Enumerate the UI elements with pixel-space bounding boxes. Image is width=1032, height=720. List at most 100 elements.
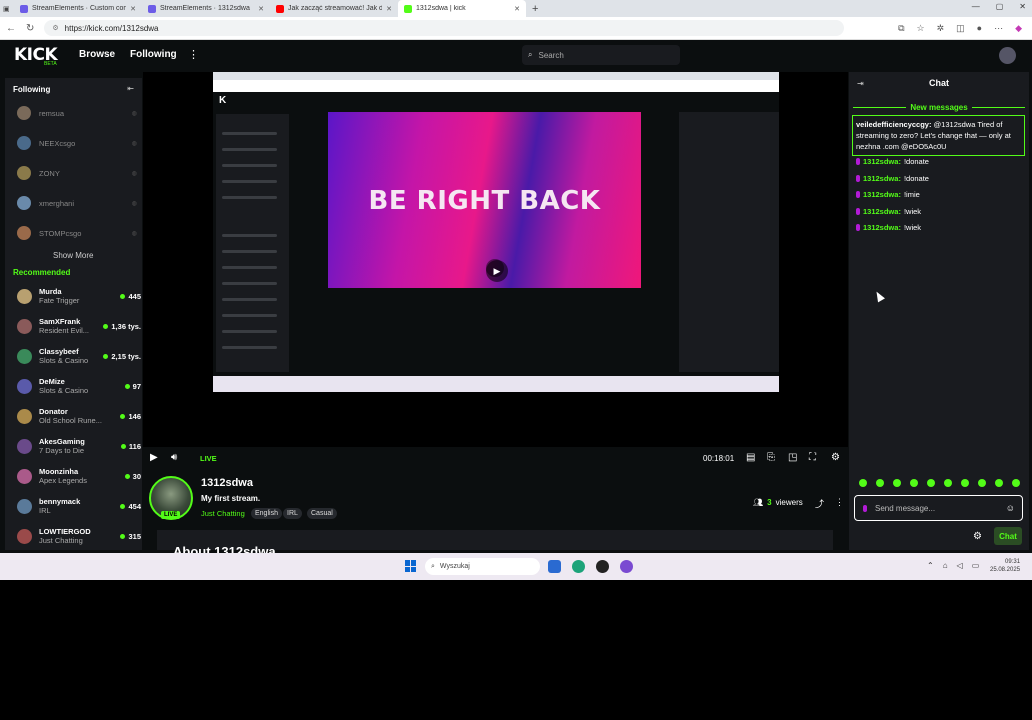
theater-mode-icon[interactable]: ▤ — [746, 452, 755, 463]
tag-chip[interactable]: English — [251, 508, 282, 519]
offline-icon: ◍ — [131, 200, 137, 207]
recommended-item[interactable]: LOWTIERGOD Just Chatting 315 — [17, 525, 141, 547]
tag-chip[interactable]: IRL — [283, 508, 302, 519]
recommended-item[interactable]: Classybeef Slots & Casino 2,15 tys. — [17, 345, 141, 367]
profile-icon[interactable]: ● — [977, 23, 982, 34]
clip-icon[interactable]: ⎘ — [767, 452, 775, 463]
browser-tab-0[interactable]: StreamElements · Custom comm ✕ — [14, 0, 142, 17]
browser-tab-1[interactable]: StreamElements · 1312sdwa ✕ — [142, 0, 270, 17]
recommended-item[interactable]: Moonzinha Apex Legends 30 — [17, 465, 141, 487]
translate-icon[interactable]: ⧉ — [898, 23, 904, 34]
following-item[interactable]: remsua ◍ — [17, 105, 137, 121]
app-icon[interactable] — [596, 560, 609, 573]
chat-username[interactable]: 1312sdwa: — [863, 190, 901, 199]
star-icon[interactable]: ☆ — [917, 23, 925, 34]
video-player[interactable]: K BE RIGHT BACK ▶ — [143, 72, 848, 447]
url-input[interactable]: ⚙ https://kick.com/1312sdwa — [44, 20, 845, 36]
back-icon[interactable]: ← — [6, 23, 16, 34]
following-item[interactable]: ZONY ◍ — [17, 165, 137, 181]
channel-category: Resident Evil... — [39, 326, 90, 335]
site-info-icon[interactable]: ⚙ — [52, 24, 58, 32]
more-options-icon[interactable]: ⋮ — [835, 497, 844, 508]
file-explorer-icon[interactable] — [548, 560, 561, 573]
emote-icon[interactable] — [995, 479, 1003, 487]
emote-icon[interactable] — [859, 479, 867, 487]
maximize-icon[interactable]: ▢ — [996, 2, 1004, 11]
refresh-icon[interactable]: ↻ — [26, 23, 34, 34]
nav-following[interactable]: Following — [130, 49, 177, 60]
recommended-item[interactable]: Donator Old School Rune... 146 — [17, 405, 141, 427]
chat-send-button[interactable]: Chat — [994, 527, 1022, 545]
show-more-button[interactable]: Show More — [53, 251, 93, 260]
emote-icon[interactable] — [978, 479, 986, 487]
browser-tab-2[interactable]: Jak zacząć streamować! Jak doda ✕ — [270, 0, 398, 17]
avatar — [17, 106, 31, 120]
settings-icon[interactable]: ⚙ — [831, 452, 840, 463]
recommended-item[interactable]: bennymack IRL 454 — [17, 495, 141, 517]
recommended-item[interactable]: SamXFrank Resident Evil... 1,36 tys. — [17, 315, 141, 337]
following-item[interactable]: STOMPcsgo ◍ — [17, 225, 137, 241]
window-close-icon[interactable]: ✕ — [1019, 2, 1026, 11]
chat-username[interactable]: 1312sdwa: — [863, 223, 901, 232]
recommended-item[interactable]: AkesGaming 7 Days to Die 116 — [17, 435, 141, 457]
pip-icon[interactable]: ◳ — [788, 452, 797, 463]
user-avatar[interactable] — [999, 47, 1016, 64]
emote-icon[interactable] — [876, 479, 884, 487]
nav-browse[interactable]: Browse — [79, 49, 115, 60]
chat-username[interactable]: 1312sdwa: — [863, 207, 901, 216]
close-icon[interactable]: ✕ — [258, 5, 264, 13]
copilot-icon[interactable]: ◆ — [1015, 23, 1022, 34]
emote-icon[interactable] — [927, 479, 935, 487]
emote-icon[interactable] — [944, 479, 952, 487]
tag-chip[interactable]: Casual — [307, 508, 337, 519]
center-play-icon[interactable]: ▶ — [486, 260, 508, 282]
more-menu-icon[interactable]: ⋮ — [188, 48, 199, 61]
channel-name[interactable]: 1312sdwa — [201, 477, 253, 489]
emote-icon[interactable] — [910, 479, 918, 487]
emote-icon[interactable] — [961, 479, 969, 487]
network-icon[interactable]: ⌂ — [943, 561, 948, 570]
recommended-item[interactable]: Murda Fate Trigger 445 — [17, 285, 141, 307]
minimize-icon[interactable]: — — [972, 2, 980, 11]
menu-dots-icon[interactable]: ⋯ — [994, 23, 1003, 34]
mic-badge-icon — [856, 208, 860, 215]
browser-tab-3[interactable]: 1312sdwa | kick ✕ — [398, 0, 526, 17]
chat-username[interactable]: veiledefficiencyccgy: — [856, 120, 931, 129]
fullscreen-icon[interactable]: ⛶ — [809, 452, 816, 463]
emote-icon[interactable] — [893, 479, 901, 487]
chevron-up-icon[interactable]: ⌃ — [927, 561, 934, 570]
split-icon[interactable]: ◫ — [956, 23, 965, 34]
close-icon[interactable]: ✕ — [130, 5, 136, 13]
following-item[interactable]: NEEXcsgo ◍ — [17, 135, 137, 151]
discord-icon[interactable] — [620, 560, 633, 573]
following-item[interactable]: xmerghani ◍ — [17, 195, 137, 211]
recommended-item[interactable]: DeMize Slots & Casino 97 — [17, 375, 141, 397]
chat-input[interactable]: Send message... ☺ — [854, 495, 1023, 521]
new-tab-icon[interactable]: + — [526, 3, 544, 15]
edge-icon[interactable] — [572, 560, 585, 573]
battery-icon[interactable]: ▭ — [972, 561, 980, 570]
emoji-icon[interactable]: ☺ — [1006, 503, 1015, 513]
chat-username[interactable]: 1312sdwa: — [863, 157, 901, 166]
volume-icon[interactable]: ◁ — [957, 561, 963, 570]
extensions-icon[interactable]: ✲ — [937, 23, 945, 34]
clock-time: 09:31 — [1005, 559, 1021, 565]
collapse-sidebar-icon[interactable]: ⇤ — [127, 84, 134, 93]
share-icon[interactable]: ⤴ — [815, 497, 824, 510]
close-icon[interactable]: ✕ — [514, 5, 520, 13]
play-icon[interactable]: ▶ — [150, 452, 158, 463]
chat-settings-icon[interactable]: ⚙ — [973, 531, 982, 542]
emote-icon[interactable] — [1012, 479, 1020, 487]
search-input[interactable]: ⌕ Search — [522, 45, 680, 65]
close-icon[interactable]: ✕ — [386, 5, 392, 13]
volume-icon[interactable]: 🔊︎ — [171, 452, 177, 463]
offline-icon: ◍ — [131, 110, 137, 117]
avatar — [17, 498, 32, 514]
browser-tab[interactable]: ▣ — [0, 0, 14, 17]
taskbar-clock[interactable]: 09:31 25.08.2025 — [990, 558, 1020, 574]
screen: ▣ StreamElements · Custom comm ✕ StreamE… — [0, 0, 1032, 580]
windows-start-icon[interactable] — [405, 560, 417, 572]
taskbar-search[interactable]: ⌕ Wyszukaj — [425, 558, 540, 575]
stream-category[interactable]: Just Chatting — [201, 509, 245, 518]
chat-username[interactable]: 1312sdwa: — [863, 174, 901, 183]
